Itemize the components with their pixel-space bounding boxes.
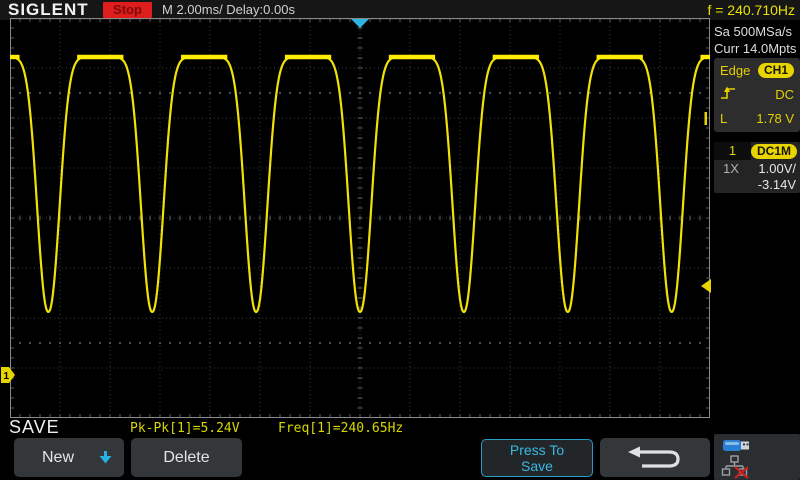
ch1-trace	[10, 54, 710, 314]
channel-scale: 1.00V/	[758, 160, 796, 176]
press-to-save-line1: Press To	[509, 442, 565, 458]
press-to-save-line2: Save	[521, 458, 553, 474]
dropdown-arrow-icon	[99, 451, 112, 464]
graticule	[10, 18, 710, 418]
menu-title: SAVE	[9, 417, 60, 437]
sample-rate-readout: Sa 500MSa/s	[714, 24, 793, 39]
channel-coupling-badge: DC1M	[750, 143, 797, 159]
return-arrow-icon	[628, 446, 680, 468]
trigger-level-value: 1.78 V	[756, 110, 794, 126]
channel-panel[interactable]: 1 DC1M 1X 1.00V/ -3.14V	[714, 142, 800, 193]
channel-position-marker-label: 1	[4, 371, 10, 382]
press-to-save-button[interactable]: Press To Save	[481, 439, 593, 477]
usb-icon	[723, 440, 749, 451]
trigger-position-marker[interactable]	[351, 19, 369, 28]
back-button[interactable]	[600, 438, 710, 477]
measurement-freq: Freq[1]=240.65Hz	[278, 421, 404, 436]
channel-number: 1	[714, 142, 751, 160]
sidebar-accent-tick	[704, 112, 707, 125]
trigger-coupling-label: DC	[775, 86, 794, 102]
waveform-display: 1	[1, 18, 711, 418]
trigger-level-label: L	[720, 110, 728, 126]
lan-icon	[721, 455, 749, 479]
memory-depth-readout: Curr 14.0Mpts	[714, 41, 797, 56]
trigger-source-badge: CH1	[757, 62, 794, 78]
rising-edge-icon	[720, 85, 736, 104]
status-icon-panel	[714, 434, 800, 480]
probe-attenuation: 1X	[723, 160, 739, 176]
new-button[interactable]: New	[14, 438, 124, 477]
delete-button[interactable]: Delete	[131, 438, 242, 477]
new-button-label: New	[41, 448, 74, 466]
trigger-level-marker[interactable]	[701, 279, 711, 293]
trigger-type-label: Edge	[720, 62, 751, 78]
trigger-panel[interactable]: Edge CH1 DC L 1.78 V	[714, 58, 800, 132]
channel-offset: -3.14V	[757, 176, 796, 192]
measurement-pkpk: Pk-Pk[1]=5.24V	[130, 421, 240, 436]
oscilloscope-screen: SIGLENT Stop M 2.00ms/ Delay:0.00s f = 2…	[0, 0, 800, 480]
delete-button-label: Delete	[163, 448, 210, 466]
